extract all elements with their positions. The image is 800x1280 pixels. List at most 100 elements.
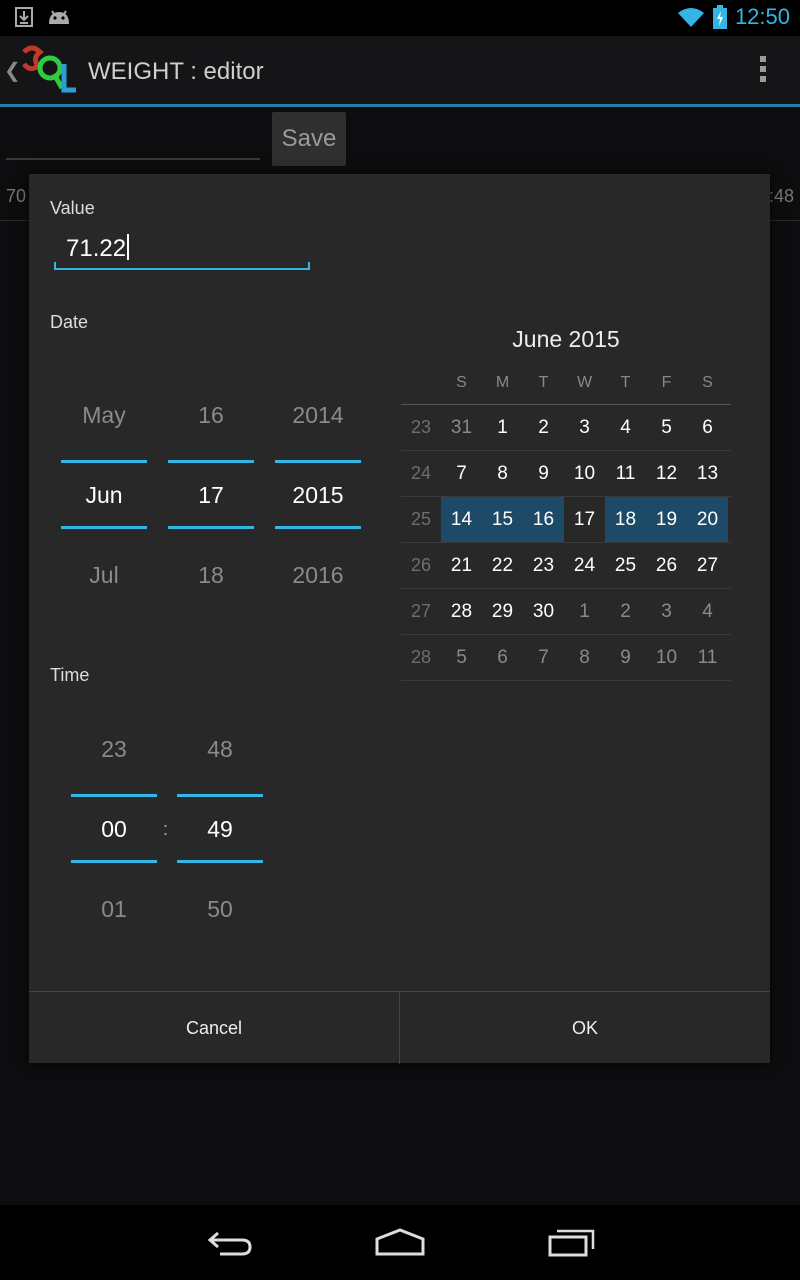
weekday-label: S [456, 374, 467, 391]
ok-button[interactable]: OK [400, 992, 770, 1064]
hour-bottom-divider [71, 860, 157, 863]
recent-apps-icon[interactable] [547, 1227, 595, 1259]
calendar-day[interactable]: 25 [605, 543, 646, 588]
calendar-day[interactable]: 7 [523, 635, 564, 680]
hour-prev[interactable]: 23 [71, 736, 157, 763]
time-separator: : [163, 819, 169, 839]
calendar-day[interactable]: 9 [605, 635, 646, 680]
calendar-day[interactable]: 31 [441, 405, 482, 450]
background-input-field [6, 158, 260, 160]
clock: 12:50 [734, 4, 790, 29]
hour-next[interactable]: 01 [71, 896, 157, 923]
month-current[interactable]: Jun [61, 482, 147, 509]
calendar-day[interactable]: 5 [441, 635, 482, 680]
calendar-week-row-selected: 25 14 15 16 17 18 19 20 [401, 497, 731, 543]
calendar-day[interactable]: 30 [523, 589, 564, 634]
calendar-week-row: 27 28 29 30 1 2 3 4 [401, 589, 731, 635]
calendar-day[interactable]: 1 [482, 405, 523, 450]
year-current[interactable]: 2015 [275, 482, 361, 509]
dialog-button-bar: Cancel OK [29, 991, 770, 1064]
text-cursor [127, 234, 130, 260]
calendar-day[interactable]: 20 [687, 497, 728, 542]
calendar-day[interactable]: 7 [441, 451, 482, 496]
calendar-week-row: 28 5 6 7 8 9 10 11 [401, 635, 731, 681]
month-top-divider [61, 460, 147, 463]
background-row-time: :48 [768, 186, 794, 206]
day-top-divider [168, 460, 254, 463]
action-bar: ❮ WEIGHT : editor [0, 36, 800, 107]
minute-prev[interactable]: 48 [177, 736, 263, 763]
year-prev[interactable]: 2014 [275, 402, 361, 429]
calendar-day[interactable]: 2 [605, 589, 646, 634]
navigation-bar [0, 1205, 800, 1280]
value-input[interactable]: 71.22 [54, 230, 310, 270]
download-notification-icon [15, 7, 33, 27]
calendar-day[interactable]: 4 [687, 589, 728, 634]
wifi-icon [677, 8, 704, 27]
calendar-day[interactable]: 14 [441, 497, 482, 542]
week-number: 28 [410, 647, 432, 667]
year-next[interactable]: 2016 [275, 562, 361, 589]
day-current[interactable]: 17 [168, 482, 254, 509]
calendar-day[interactable]: 29 [482, 589, 523, 634]
app-logo-icon[interactable] [18, 42, 80, 98]
month-next[interactable]: Jul [61, 562, 147, 589]
calendar-day[interactable]: 28 [441, 589, 482, 634]
calendar-day[interactable]: 12 [646, 451, 687, 496]
calendar-day[interactable]: 27 [687, 543, 728, 588]
month-prev[interactable]: May [61, 402, 147, 429]
calendar-day[interactable]: 16 [523, 497, 564, 542]
minute-current[interactable]: 49 [177, 816, 263, 843]
calendar-day-selected[interactable]: 17 [564, 497, 605, 542]
calendar-day[interactable]: 15 [482, 497, 523, 542]
app-title: WEIGHT : editor [88, 58, 264, 85]
battery-charging-icon [712, 5, 727, 29]
weekday-label: F [661, 374, 672, 391]
calendar-day[interactable]: 8 [482, 451, 523, 496]
calendar-day[interactable]: 2 [523, 405, 564, 450]
calendar-day[interactable]: 3 [564, 405, 605, 450]
time-label: Time [50, 665, 90, 685]
calendar-day[interactable]: 1 [564, 589, 605, 634]
minute-next[interactable]: 50 [177, 896, 263, 923]
calendar-day[interactable]: 10 [564, 451, 605, 496]
cancel-button[interactable]: Cancel [29, 992, 399, 1064]
hour-current[interactable]: 00 [71, 816, 157, 843]
calendar-day[interactable]: 23 [523, 543, 564, 588]
calendar-day[interactable]: 19 [646, 497, 687, 542]
calendar-day[interactable]: 9 [523, 451, 564, 496]
calendar-day[interactable]: 6 [482, 635, 523, 680]
calendar-day[interactable]: 8 [564, 635, 605, 680]
calendar-day[interactable]: 4 [605, 405, 646, 450]
android-debug-icon [49, 10, 69, 24]
calendar-day[interactable]: 21 [441, 543, 482, 588]
calendar-day[interactable]: 13 [687, 451, 728, 496]
day-next[interactable]: 18 [168, 562, 254, 589]
background-row-value: 70 [6, 186, 27, 206]
calendar-day[interactable]: 5 [646, 405, 687, 450]
calendar-day[interactable]: 18 [605, 497, 646, 542]
year-top-divider [275, 460, 361, 463]
calendar-day[interactable]: 22 [482, 543, 523, 588]
calendar-week-row: 26 21 22 23 24 25 26 27 [401, 543, 731, 589]
calendar-day[interactable]: 11 [605, 451, 646, 496]
week-number: 27 [410, 601, 432, 621]
week-number: 25 [410, 509, 432, 529]
calendar-day[interactable]: 26 [646, 543, 687, 588]
calendar-day[interactable]: 11 [687, 635, 728, 680]
calendar-day[interactable]: 3 [646, 589, 687, 634]
calendar-grid[interactable]: S M T W T F S 23 31 1 2 3 4 5 6 24 7 8 9… [401, 366, 731, 681]
calendar-day[interactable]: 24 [564, 543, 605, 588]
calendar-week-row: 23 31 1 2 3 4 5 6 [401, 405, 731, 451]
overflow-menu-icon[interactable] [760, 56, 766, 86]
day-prev[interactable]: 16 [168, 402, 254, 429]
calendar-day[interactable]: 6 [687, 405, 728, 450]
back-icon[interactable] [206, 1227, 254, 1259]
date-label: Date [50, 312, 89, 332]
home-icon[interactable] [374, 1227, 426, 1259]
calendar-day[interactable]: 10 [646, 635, 687, 680]
weekday-label: M [495, 374, 510, 391]
weekday-label: T [538, 374, 549, 391]
weekday-label: T [620, 374, 631, 391]
calendar-week-row: 24 7 8 9 10 11 12 13 [401, 451, 731, 497]
